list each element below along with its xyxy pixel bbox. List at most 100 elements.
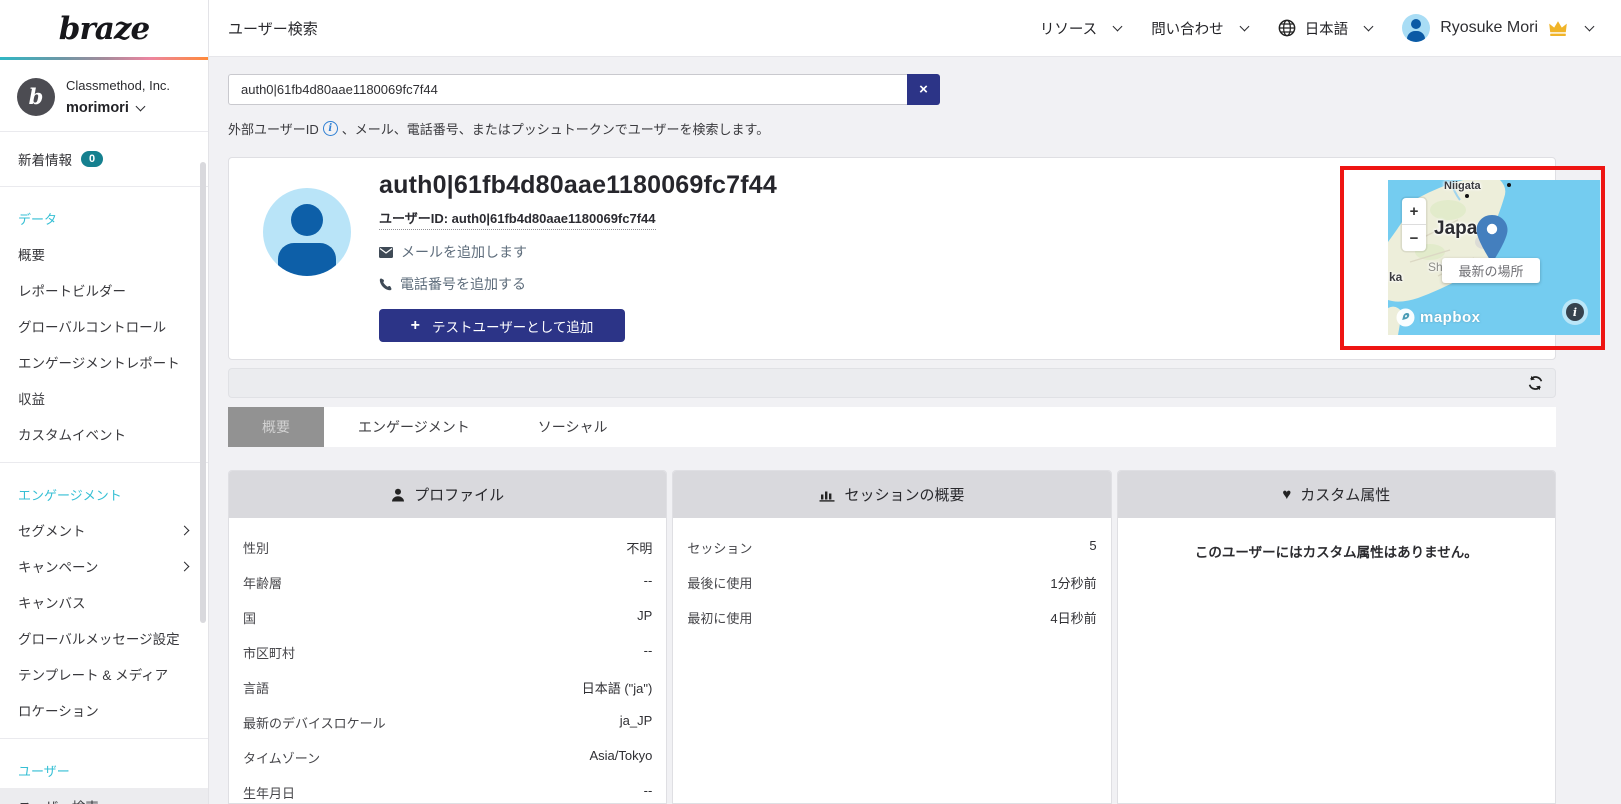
nav-contact[interactable]: 問い合わせ <box>1151 18 1250 39</box>
sidebar-item-label: 概要 <box>18 248 45 263</box>
sidebar-item[interactable]: テンプレート & メディア <box>0 656 208 692</box>
table-row: 最初に使用 4日秒前 <box>687 611 1097 626</box>
custom-attributes-empty-message: このユーザーにはカスタム属性はありません。 <box>1194 545 1478 560</box>
refresh-icon <box>1528 375 1542 391</box>
map-info-button[interactable]: i <box>1562 299 1588 325</box>
search-helper-text: 外部ユーザーID i 、メール、電話番号、またはプッシュトークンでユーザーを検索… <box>228 121 770 137</box>
info-icon[interactable]: i <box>322 121 338 136</box>
sidebar-item-whats-new[interactable]: 新着情報 0 <box>0 132 208 186</box>
tab[interactable]: エンゲージメント <box>324 407 504 447</box>
sidebar-item-label: グローバルコントロール <box>18 320 167 335</box>
sidebar-item[interactable]: エンゲージメントレポート <box>0 344 208 380</box>
chevron-down-icon <box>135 101 146 111</box>
location-map[interactable]: Niigata Japan Shizu ka + − 最新の場所 mapbox … <box>1388 180 1600 335</box>
custom-attributes-card: ♥ カスタム属性 このユーザーにはカスタム属性はありません。 <box>1116 470 1556 804</box>
map-zoom-in-button[interactable]: + <box>1402 198 1426 225</box>
map-label-niigata: Niigata <box>1444 180 1481 192</box>
sidebar-item[interactable]: セグメント <box>0 512 208 548</box>
custom-attributes-card-header: ♥ カスタム属性 <box>1117 471 1555 518</box>
sidebar-item-label: エンゲージメントレポート <box>18 356 180 371</box>
latest-location-tooltip: 最新の場所 <box>1442 258 1540 283</box>
sidebar-item-label: 収益 <box>18 392 45 407</box>
tab[interactable]: ソーシャル <box>504 407 642 447</box>
crown-icon <box>1549 20 1567 36</box>
sidebar-item-label: レポートビルダー <box>18 284 126 299</box>
chevron-right-icon <box>179 561 190 571</box>
table-row: 市区町村 -- <box>243 643 653 661</box>
cards-row: プロファイル 性別 不明 年齢層 -- 国 JP 市区町村 -- 言語 日本語 … <box>228 470 1556 804</box>
add-phone-link[interactable]: 電話番号を追加する <box>379 274 777 294</box>
sidebar-item[interactable]: キャンペーン <box>0 548 208 584</box>
main-content: × 外部ユーザーID i 、メール、電話番号、またはプッシュトークンでユーザーを… <box>209 57 1621 804</box>
sidebar-section-title: データ <box>18 212 58 227</box>
table-row: タイムゾーン Asia/Tokyo <box>243 748 653 766</box>
sessions-card-header: セッションの概要 <box>673 471 1111 518</box>
braze-dashboard: braze b Classmethod, Inc. morimori 新着情報 … <box>0 0 1621 804</box>
sidebar-item[interactable]: 概要 <box>0 236 208 272</box>
map-zoom-control: + − <box>1402 198 1426 251</box>
add-test-user-button[interactable]: + テストユーザーとして追加 <box>379 309 625 342</box>
sidebar-item[interactable]: ロケーション <box>0 692 208 728</box>
refresh-button[interactable] <box>1525 375 1545 393</box>
add-email-link[interactable]: メールを追加します <box>379 242 777 262</box>
heart-icon: ♥ <box>1282 486 1292 503</box>
globe-icon <box>1278 19 1296 37</box>
sidebar-item[interactable]: グローバルコントロール <box>0 308 208 344</box>
user-summary-card: auth0|61fb4d80aae1180069fc7f44 ユーザーID: a… <box>228 157 1556 360</box>
chevron-down-icon <box>1239 21 1250 31</box>
profile-card-header: プロファイル <box>229 471 667 518</box>
topnav: リソース 問い合わせ 日本語 Ryosuke Mori <box>1040 14 1595 42</box>
braze-logo-link[interactable]: braze <box>0 0 208 57</box>
braze-logo: braze <box>58 10 150 47</box>
sidebar-section-title: エンゲージメント <box>18 488 122 503</box>
plus-icon: + <box>410 316 420 334</box>
sidebar-item-label: カスタムイベント <box>18 428 126 443</box>
sidebar-item[interactable]: 収益 <box>0 380 208 416</box>
user-menu[interactable]: Ryosuke Mori <box>1402 14 1595 42</box>
workspace-switcher[interactable]: b Classmethod, Inc. morimori <box>0 60 208 131</box>
sidebar-item[interactable]: キャンバス <box>0 584 208 620</box>
sidebar-item-label: グローバルメッセージ設定 <box>18 632 180 647</box>
table-row: 性別 不明 <box>243 541 653 556</box>
sidebar-item-label: ロケーション <box>18 704 99 719</box>
table-row: 言語 日本語 ("ja") <box>243 681 653 696</box>
table-row: 最新のデバイスロケール ja_JP <box>243 713 653 731</box>
workspace-avatar: b <box>17 77 55 116</box>
page-title: ユーザー検索 <box>228 20 318 38</box>
table-row: セッション 5 <box>687 538 1097 556</box>
sidebar-item-label: セグメント <box>18 524 86 539</box>
sidebar-section-users: ユーザー ユーザー検索 <box>0 739 208 804</box>
sidebar-item[interactable]: レポートビルダー <box>0 272 208 308</box>
mapbox-logo-icon <box>1396 308 1415 327</box>
sidebar-section-title: ユーザー <box>18 764 70 779</box>
workspace-name: morimori <box>66 100 129 116</box>
sidebar-item-label: テンプレート & メディア <box>18 668 169 683</box>
clear-search-button[interactable]: × <box>907 74 940 105</box>
topbar: ユーザー検索 リソース 問い合わせ 日本語 Ryosuke Mori <box>209 0 1621 57</box>
user-search-input[interactable] <box>228 74 907 105</box>
phone-icon <box>379 278 392 290</box>
sidebar-item-label: キャンバス <box>18 596 86 611</box>
envelope-icon <box>379 246 393 258</box>
user-name: Ryosuke Mori <box>1440 19 1538 36</box>
map-label-osaka-fragment: ka <box>1389 270 1403 284</box>
chevron-down-icon <box>1584 21 1595 31</box>
user-id-text: ユーザーID: auth0|61fb4d80aae1180069fc7f44 <box>379 208 656 230</box>
sidebar-item-label: キャンペーン <box>18 560 99 575</box>
card-footer-strip <box>228 368 1556 398</box>
map-city-dot <box>1507 183 1511 187</box>
sidebar-scrollbar[interactable] <box>200 162 206 623</box>
sidebar-section-data: データ 概要 レポートビルダー グローバルコントロール エンゲージメントレポート… <box>0 187 208 462</box>
table-row: 最後に使用 1分秒前 <box>687 576 1097 591</box>
nav-language[interactable]: 日本語 <box>1278 18 1374 39</box>
map-zoom-out-button[interactable]: − <box>1402 225 1426 251</box>
chevron-down-icon <box>1363 21 1374 31</box>
chevron-right-icon <box>179 525 190 535</box>
sidebar-item[interactable]: グローバルメッセージ設定 <box>0 620 208 656</box>
tab[interactable]: 概要 <box>228 407 324 447</box>
sidebar-item[interactable]: カスタムイベント <box>0 416 208 452</box>
mapbox-attribution[interactable]: mapbox <box>1396 308 1481 327</box>
workspace-company: Classmethod, Inc. <box>66 78 171 93</box>
sidebar-item-user-search[interactable]: ユーザー検索 <box>0 788 208 804</box>
nav-resources[interactable]: リソース <box>1040 18 1123 39</box>
